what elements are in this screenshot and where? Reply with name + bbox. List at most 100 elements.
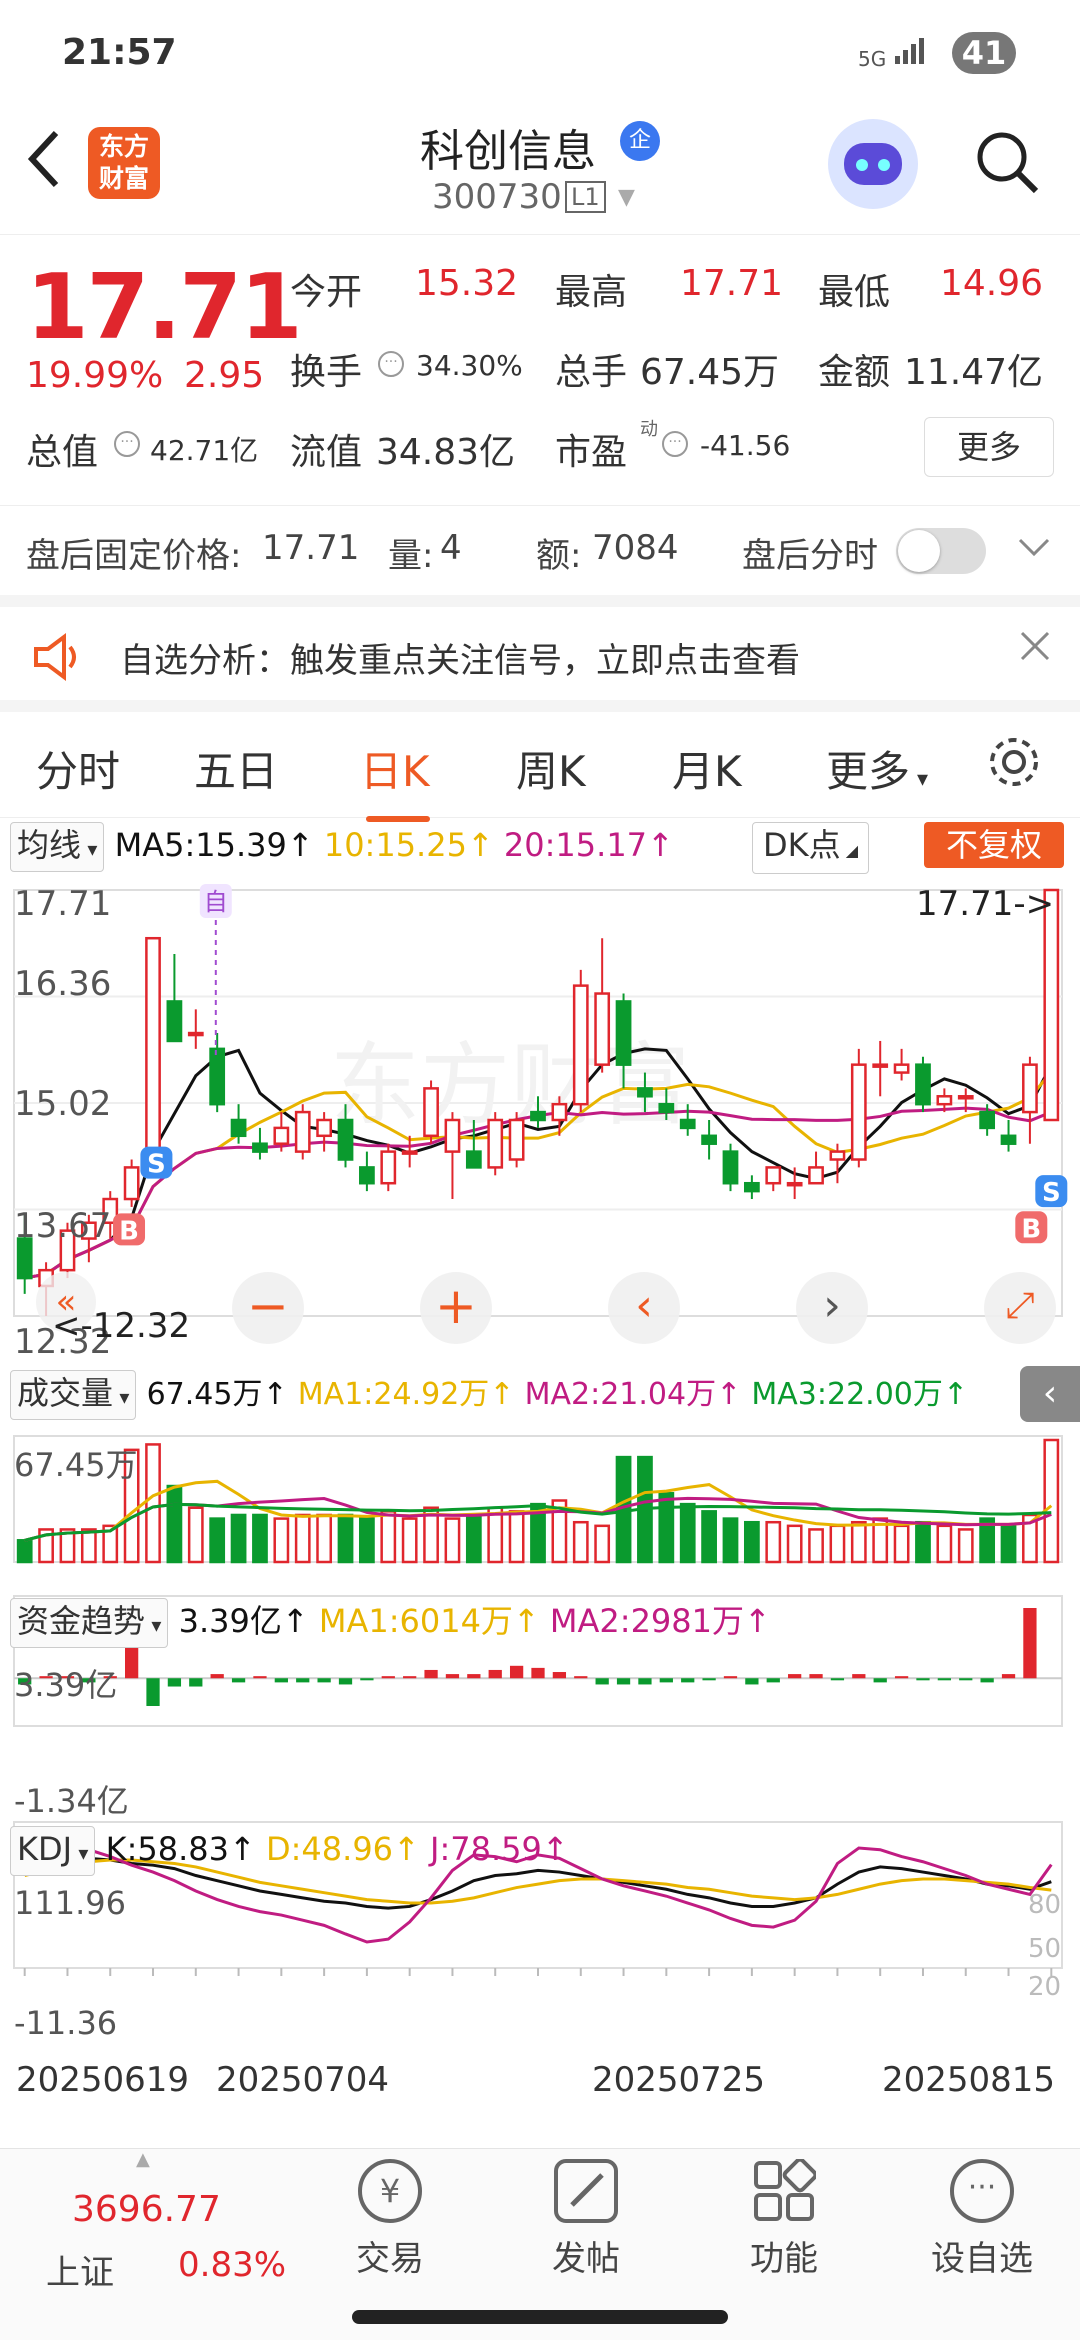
settings-button[interactable] (986, 734, 1042, 790)
nav-post[interactable]: 发帖 (526, 2159, 646, 2280)
date-label: 20250725 (592, 2060, 766, 2100)
candle-body (658, 1102, 675, 1114)
fund-bar (681, 1678, 695, 1683)
zoom-out-button[interactable]: − (232, 1272, 304, 1344)
ma-selector-label: 均线 (17, 826, 82, 864)
network-label: 5G (858, 47, 887, 71)
fund-bar (980, 1678, 994, 1683)
fund-bar (1023, 1608, 1037, 1679)
kline-chart[interactable]: 东方财富 BSBS自 (0, 876, 1080, 2096)
after-amt-label: 额: (536, 536, 582, 576)
more-button[interactable]: 更多 (924, 417, 1054, 477)
fund-bar (638, 1678, 652, 1685)
kdj-d: D:48.96↑ (266, 1830, 420, 1868)
chevron-down-icon[interactable]: ▼ (618, 185, 635, 210)
assistant-robot-avatar[interactable] (828, 119, 918, 209)
fund-bar (937, 1678, 951, 1681)
analysis-notice[interactable]: 自选分析：触发重点关注信号，立即点击查看 (0, 595, 1080, 700)
after-hours-toggle[interactable] (896, 528, 986, 574)
nav-trade[interactable]: ¥ 交易 (330, 2159, 450, 2280)
candle-body (273, 1126, 290, 1145)
tab-weekly-k[interactable]: 周K (516, 738, 586, 799)
tab-intraday[interactable]: 分时 (36, 738, 120, 799)
candle-body (465, 1150, 482, 1169)
volume-bar (572, 1520, 589, 1564)
zoom-in-button[interactable]: + (420, 1272, 492, 1344)
float-value: 34.83亿 (376, 432, 516, 473)
info-dots-icon[interactable]: ··· (114, 431, 140, 457)
nav-trade-label: 交易 (356, 2239, 424, 2279)
search-icon (977, 132, 1039, 194)
kdj-selector[interactable]: KDJ ▾ (10, 1826, 96, 1876)
level-badge[interactable]: L1 (565, 181, 606, 213)
after-vol: 4 (440, 528, 462, 568)
candle-body (530, 1110, 546, 1122)
open-value: 15.32 (415, 263, 519, 304)
volume-label: 总手 (555, 352, 628, 393)
index-value[interactable]: 3696.77 (72, 2189, 221, 2230)
volume-bar (444, 1517, 461, 1564)
tab-daily-k[interactable]: 日K (360, 738, 430, 799)
close-icon[interactable] (1010, 621, 1060, 683)
stock-code: 300730 (432, 177, 562, 217)
fund-bar (916, 1678, 930, 1681)
volume-bar (850, 1520, 867, 1564)
tab-monthly-k[interactable]: 月K (672, 738, 742, 799)
nav-add-watch[interactable]: ··· 设自选 (922, 2159, 1042, 2280)
tab-five-day[interactable]: 五日 (194, 738, 278, 799)
fund-bar (296, 1678, 310, 1683)
scroll-right-button[interactable]: › (796, 1272, 868, 1344)
scroll-left-button[interactable]: ‹ (608, 1272, 680, 1344)
toggle-knob (898, 530, 940, 572)
ma-selector[interactable]: 均线 ▾ (10, 822, 105, 872)
kdj-k: K:58.83↑ (105, 1830, 256, 1868)
notice-text: 自选分析：触发重点关注信号，立即点击查看 (120, 641, 800, 681)
fund-bar (873, 1678, 887, 1683)
volume-selector[interactable]: 成交量 ▾ (10, 1370, 137, 1420)
candle-body (551, 1102, 568, 1122)
candle-body (765, 1166, 782, 1185)
dk-point-selector[interactable]: DK点 ◢ (752, 822, 870, 874)
index-name[interactable]: 上证 (46, 2245, 114, 2294)
app-logo[interactable]: 东方 财富 (88, 127, 160, 199)
buy-marker: B (1021, 1214, 1041, 1244)
high-label: 最高 (555, 272, 628, 313)
fund-selector[interactable]: 资金趋势 ▾ (10, 1598, 169, 1648)
sell-marker: S (147, 1150, 166, 1180)
info-dots-icon[interactable]: ··· (662, 431, 688, 457)
after-hours-bar: 盘后固定价格: 17.71 量: 4 额: 7084 盘后分时 (0, 505, 1080, 595)
last-price: 17.71 (26, 255, 303, 360)
chevron-down-icon[interactable] (1016, 528, 1052, 572)
price-axis-4: 13.67 (14, 1206, 112, 1246)
fund-bar (552, 1672, 567, 1679)
robot-face-icon (844, 143, 902, 185)
volume-bar (829, 1524, 846, 1564)
volume-bar (166, 1484, 183, 1564)
volume-value: 67.45万 (640, 352, 780, 393)
nav-function[interactable]: 功能 (724, 2157, 844, 2280)
volume-bar (359, 1517, 375, 1564)
volume-bar (465, 1513, 482, 1564)
battery-icon: 41 (952, 32, 1016, 74)
search-button[interactable] (972, 127, 1042, 197)
candle-body (572, 984, 589, 1106)
fund-bar (830, 1678, 845, 1681)
collapse-panel-button[interactable]: ‹ (1020, 1366, 1080, 1422)
volume-bar (508, 1510, 525, 1564)
candle-body (230, 1118, 247, 1138)
back-button[interactable] (24, 127, 74, 197)
tab-more[interactable]: 更多 ▾ (826, 738, 928, 799)
volume-bar (893, 1524, 910, 1564)
chart-period-tabs: 分时 五日 日K 周K 月K 更多 ▾ (0, 700, 1080, 822)
info-dots-icon[interactable]: ··· (378, 351, 404, 377)
candle-body (722, 1150, 739, 1185)
fund-bar (167, 1678, 182, 1687)
float-label: 流值 (290, 432, 363, 473)
volume-bar (743, 1520, 760, 1564)
candle-body (829, 1150, 846, 1161)
adjust-type-button[interactable]: 不复权 (924, 822, 1064, 868)
turnover-value: 34.30% (416, 349, 523, 382)
open-label: 今开 (290, 272, 363, 313)
fund-bar (189, 1678, 203, 1687)
fullscreen-icon[interactable]: ⤢ (984, 1272, 1056, 1344)
